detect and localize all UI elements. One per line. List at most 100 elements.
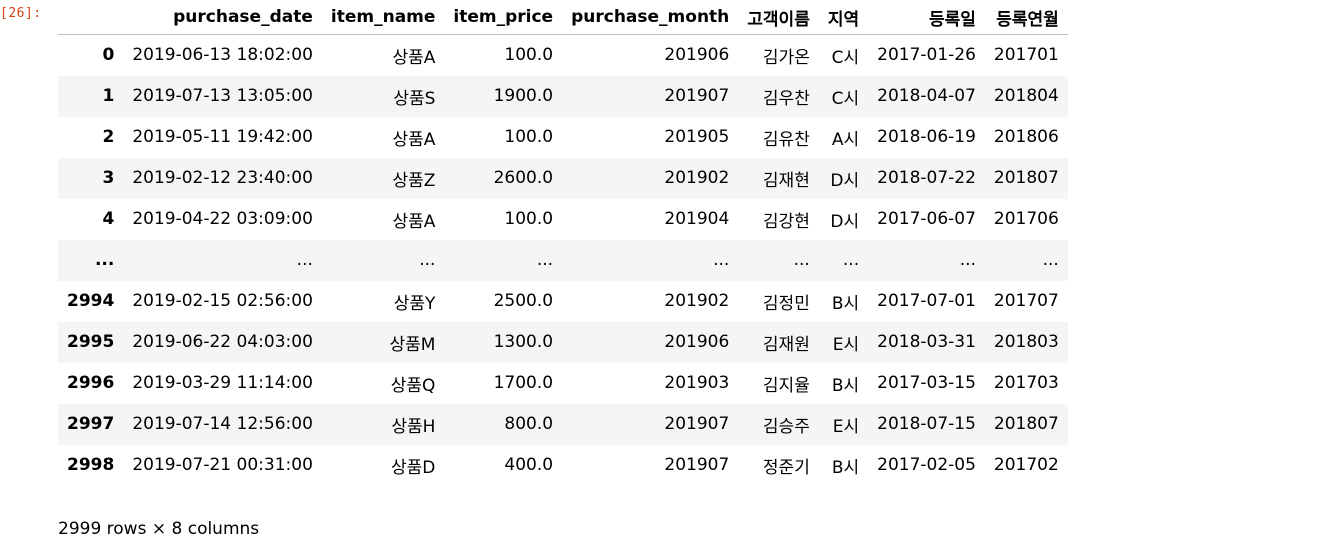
table-cell: 상품Q — [390, 375, 436, 396]
column-header: item_price — [444, 0, 563, 35]
table-cell: B시 — [831, 457, 860, 478]
table-cell: D시 — [830, 170, 860, 191]
table-cell: B시 — [831, 375, 860, 396]
table-cell: B시 — [831, 293, 860, 314]
table-cell: 201803 — [993, 332, 1059, 352]
table-cell: 김승주 — [762, 416, 810, 437]
table-cell: 2019-04-22 03:09:00 — [132, 209, 313, 229]
table-cell: 2019-02-15 02:56:00 — [132, 291, 313, 311]
table-cell: 상품A — [392, 211, 436, 232]
table-cell: 2018-04-07 — [877, 86, 976, 106]
header-row: purchase_date item_name item_price purchase… — [58, 0, 1068, 35]
table-row: 2995 2019-06-22 04:03:00 상품M 1300.0 201906 김재… — [58, 321, 1068, 363]
table-cell: 2017-07-01 — [877, 291, 976, 311]
row-index: 2996 — [67, 373, 115, 393]
table-cell: 201907 — [664, 455, 730, 475]
table-cell: 201806 — [993, 127, 1059, 147]
table-cell: D시 — [830, 211, 860, 232]
table-cell: 201702 — [993, 455, 1059, 475]
table-row: 1 2019-07-13 13:05:00 상품S 1900.0 201907 김우찬 C시… — [58, 75, 1068, 117]
table-cell: 100.0 — [504, 209, 554, 229]
table-cell: 김정민 — [762, 293, 810, 314]
table-cell: 201706 — [993, 209, 1059, 229]
column-header: 지역 — [818, 0, 869, 35]
table-cell: 김유찬 — [762, 129, 810, 150]
table-cell: 상품Y — [393, 293, 436, 314]
row-index: ... — [94, 250, 115, 270]
table-cell: 2500.0 — [493, 291, 554, 311]
table-header: purchase_date item_name item_price purchase… — [58, 0, 1068, 35]
table-cell: 2018-07-15 — [877, 414, 976, 434]
table-row: 3 2019-02-12 23:40:00 상품Z 2600.0 201902 김재현 D시… — [58, 157, 1068, 199]
table-cell: C시 — [831, 88, 860, 109]
column-header: 등록연월 — [984, 0, 1068, 35]
table-row: 4 2019-04-22 03:09:00 상품A 100.0 201904 김강현 D시 2… — [58, 199, 1068, 240]
table-cell: 201807 — [993, 168, 1059, 188]
table-cell: ... — [419, 250, 436, 270]
table-cell: 2019-06-22 04:03:00 — [132, 332, 313, 352]
table-cell: 상품A — [392, 47, 436, 68]
shape-info: 2999 rows × 8 columns — [58, 518, 260, 539]
table-cell: 2019-02-12 23:40:00 — [132, 168, 313, 188]
table-cell: 김가온 — [762, 47, 810, 68]
table-cell: 상품H — [391, 416, 436, 437]
table-cell: ... — [713, 250, 730, 270]
table-row: 0 2019-06-13 18:02:00 상품A 100.0 201906 김가온 C시 2… — [58, 35, 1068, 76]
table-cell: 100.0 — [504, 127, 554, 147]
table-cell: 201703 — [993, 373, 1059, 393]
row-index: 2997 — [67, 414, 115, 434]
table-cell: 김강현 — [762, 211, 810, 232]
column-header: item_name — [321, 0, 445, 35]
table-cell: 2019-07-13 13:05:00 — [132, 86, 313, 106]
table-cell: 400.0 — [504, 455, 554, 475]
table-cell: 201907 — [664, 86, 730, 106]
table-cell: C시 — [831, 47, 860, 68]
column-header: purchase_date — [123, 0, 322, 35]
table-row: 2997 2019-07-14 12:56:00 상품H 800.0 201907 김승주… — [58, 403, 1068, 445]
table-cell: 201902 — [664, 291, 730, 311]
table-cell: 2017-06-07 — [877, 209, 976, 229]
table-cell: 201907 — [664, 414, 730, 434]
table-cell: E시 — [832, 334, 860, 355]
cell-output: purchase_date item_name item_price purchase… — [58, 0, 1068, 539]
table-cell: ... — [959, 250, 976, 270]
table-cell: 상품M — [389, 334, 436, 355]
table-cell: ... — [1042, 250, 1059, 270]
table-cell: 2019-03-29 11:14:00 — [132, 373, 313, 393]
table-cell: 201904 — [664, 209, 730, 229]
table-cell: 201701 — [993, 45, 1059, 66]
table-cell: 201807 — [993, 414, 1059, 434]
table-cell: 201902 — [664, 168, 730, 188]
table-cell: 2018-06-19 — [877, 127, 976, 147]
table-cell: 김재현 — [762, 170, 810, 191]
table-cell: 2018-03-31 — [877, 332, 976, 352]
column-header: purchase_month — [562, 0, 739, 35]
table-cell: 상품D — [391, 457, 436, 478]
table-row: 2 2019-05-11 19:42:00 상품A 100.0 201905 김유찬 A시 2… — [58, 117, 1068, 158]
table-cell: A시 — [831, 129, 860, 150]
table-cell: 1700.0 — [493, 373, 554, 393]
table-cell: 2019-07-14 12:56:00 — [132, 414, 313, 434]
table-cell: ... — [536, 250, 554, 270]
row-index: 4 — [102, 209, 115, 229]
dataframe-table: purchase_date item_name item_price purchase… — [58, 0, 1068, 486]
table-cell: 100.0 — [504, 45, 554, 66]
table-cell: 2018-07-22 — [877, 168, 976, 188]
table-cell: 2017-03-15 — [877, 373, 976, 393]
table-cell: 201906 — [664, 45, 730, 66]
table-cell: 김우찬 — [762, 88, 810, 109]
table-cell: 2019-05-11 19:42:00 — [132, 127, 313, 147]
table-body: 0 2019-06-13 18:02:00 상품A 100.0 201906 김가온 C시 2… — [58, 35, 1068, 486]
table-cell: 2019-06-13 18:02:00 — [132, 45, 313, 66]
table-cell: 1300.0 — [493, 332, 554, 352]
table-cell: 정준기 — [762, 457, 810, 478]
table-cell: 상품S — [393, 88, 436, 109]
table-row: 2996 2019-03-29 11:14:00 상품Q 1700.0 201903 김지… — [58, 363, 1068, 404]
table-cell: 상품Z — [392, 170, 436, 191]
row-index: 1 — [102, 86, 115, 106]
table-cell: 2600.0 — [493, 168, 554, 188]
column-header: 고객이름 — [738, 0, 819, 35]
column-header: 등록일 — [868, 0, 985, 35]
table-cell: 1900.0 — [493, 86, 554, 106]
table-cell: 2017-01-26 — [877, 45, 976, 66]
